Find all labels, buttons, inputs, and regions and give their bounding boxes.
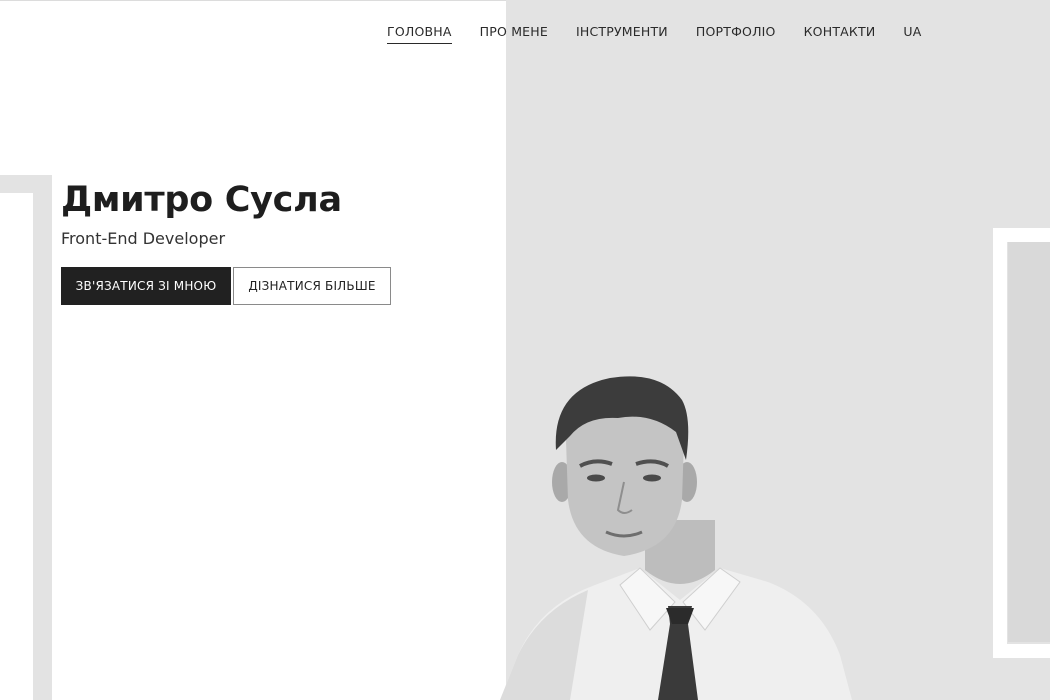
page: ГОЛОВНА ПРО МЕНЕ ІНСТРУМЕНТИ ПОРТФОЛІО К… xyxy=(0,0,1050,700)
main-navigation: ГОЛОВНА ПРО МЕНЕ ІНСТРУМЕНТИ ПОРТФОЛІО К… xyxy=(387,24,921,44)
hero-name: Дмитро Сусла xyxy=(61,180,342,220)
language-switcher[interactable]: UA xyxy=(903,24,921,44)
contact-me-button[interactable]: ЗВ'ЯЗАТИСЯ ЗІ МНОЮ xyxy=(61,267,231,305)
decorative-frame-right-fill xyxy=(1008,242,1050,642)
hero-role: Front-End Developer xyxy=(61,229,226,248)
nav-item-tools[interactable]: ІНСТРУМЕНТИ xyxy=(576,24,668,44)
nav-item-about[interactable]: ПРО МЕНЕ xyxy=(480,24,548,44)
decorative-frame-left-side xyxy=(33,175,52,700)
portrait-eye-left xyxy=(587,474,605,482)
nav-item-home[interactable]: ГОЛОВНА xyxy=(387,24,452,44)
portrait-photo xyxy=(500,376,852,700)
portrait-eye-right xyxy=(643,474,661,482)
nav-item-portfolio[interactable]: ПОРТФОЛІО xyxy=(696,24,776,44)
learn-more-button[interactable]: ДІЗНАТИСЯ БІЛЬШЕ xyxy=(233,267,391,305)
nav-item-contacts[interactable]: КОНТАКТИ xyxy=(804,24,876,44)
